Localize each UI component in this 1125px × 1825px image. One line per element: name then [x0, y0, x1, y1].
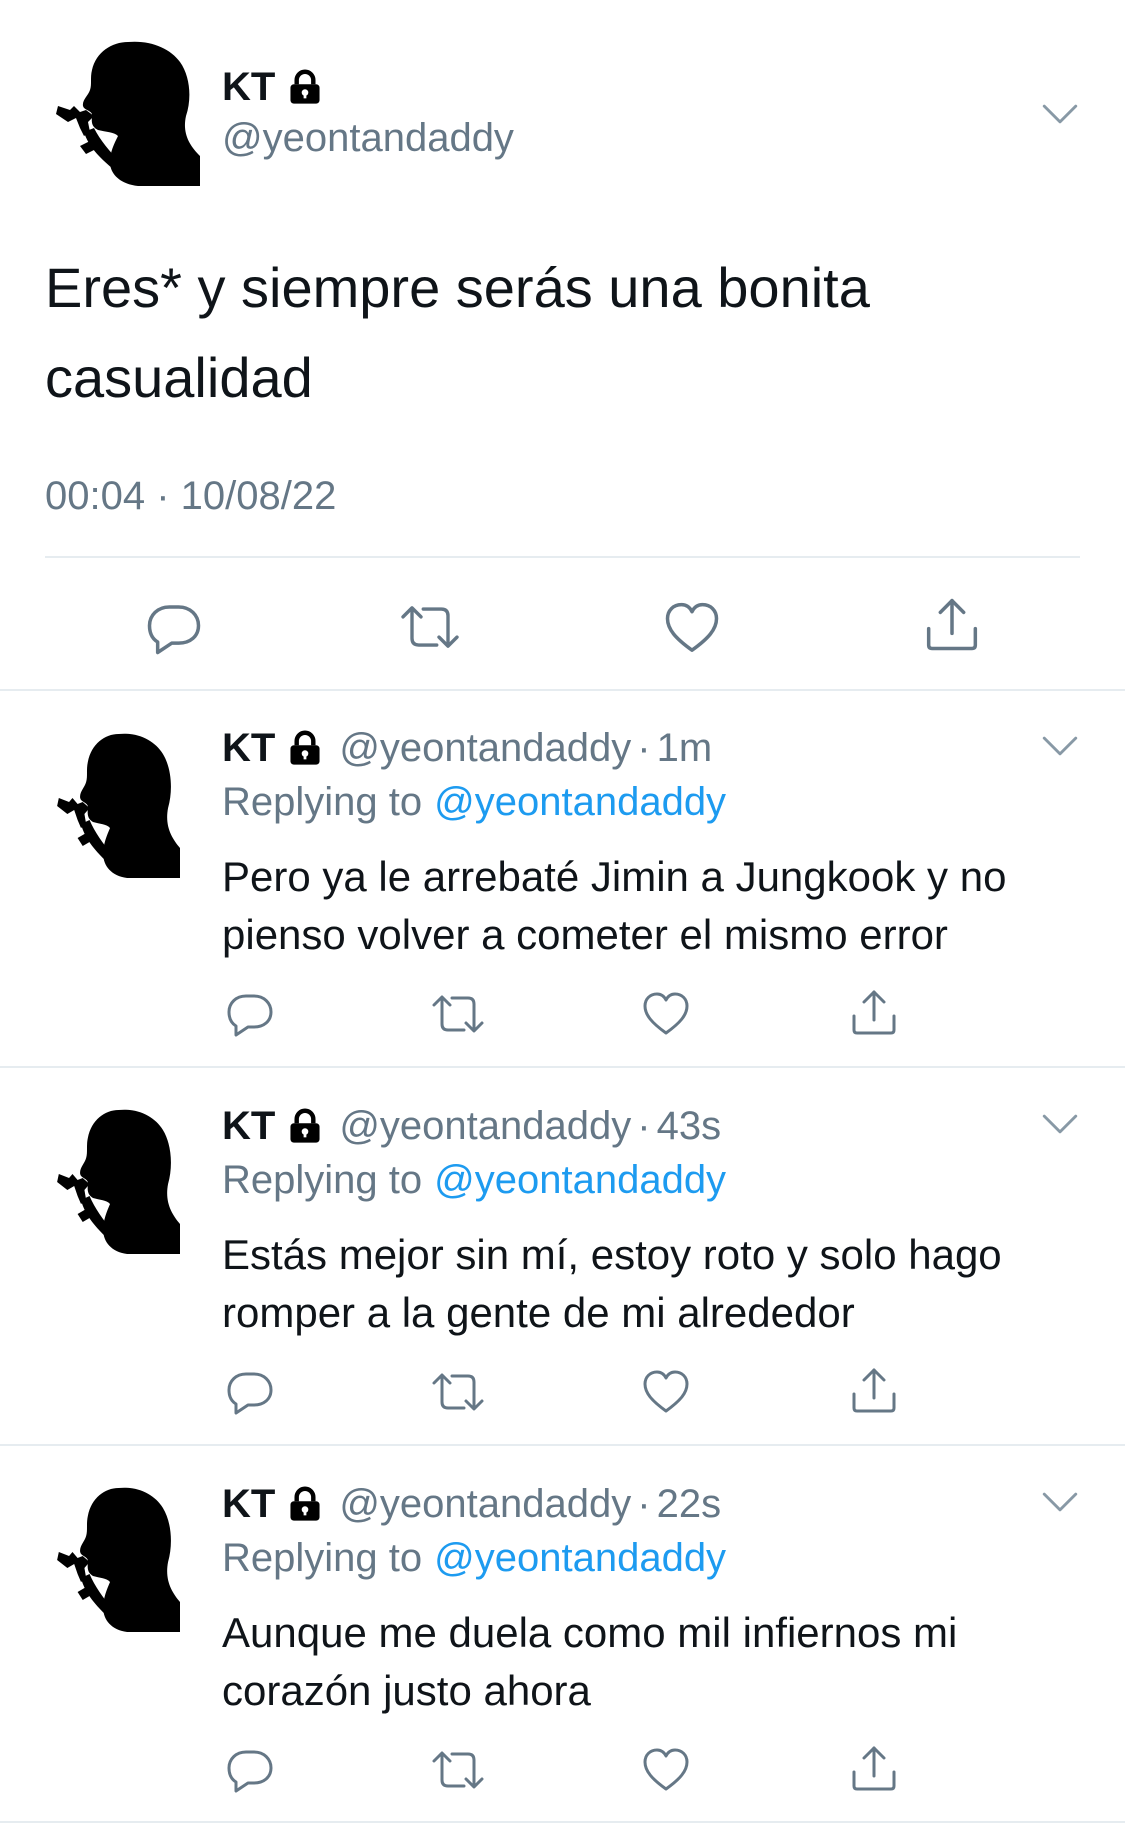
- tweet-text-line: Pero ya le arrebaté Jimin a Jungkook y n…: [222, 853, 1007, 900]
- replying-to: Replying to @yeontandaddy: [222, 780, 726, 825]
- display-name[interactable]: KT: [222, 726, 275, 771]
- tweet-text-line: Eres* y siempre serás una bonita: [45, 256, 870, 319]
- author-row: KT @yeontandaddy · 22s: [222, 1478, 721, 1530]
- author-row: KT @yeontandaddy · 43s: [222, 1100, 721, 1152]
- tweet-text: Estás mejor sin mí, estoy roto y solo ha…: [222, 1226, 1002, 1342]
- author-row: KT: [222, 64, 323, 110]
- retweet-icon[interactable]: [430, 1746, 486, 1794]
- replying-prefix: Replying to: [222, 1158, 423, 1202]
- display-name[interactable]: KT: [222, 1104, 275, 1149]
- heart-icon[interactable]: [642, 1368, 690, 1416]
- reply-icon[interactable]: [226, 1746, 274, 1794]
- handle[interactable]: @yeontandaddy: [339, 726, 631, 771]
- replying-handle-link[interactable]: @yeontandaddy: [434, 780, 726, 825]
- replying-handle-link[interactable]: @yeontandaddy: [434, 1536, 726, 1581]
- replying-handle-link[interactable]: @yeontandaddy: [434, 1158, 726, 1203]
- replying-to: Replying to @yeontandaddy: [222, 1536, 726, 1581]
- divider: [45, 556, 1080, 558]
- reply-icon[interactable]: [226, 990, 274, 1038]
- heart-icon[interactable]: [642, 1746, 690, 1794]
- tweet-text: Aunque me duela como mil infiernos mi co…: [222, 1604, 957, 1720]
- tweet-text-line: Aunque me duela como mil infiernos mi: [222, 1609, 958, 1656]
- relative-time[interactable]: 1m: [657, 726, 713, 771]
- retweet-icon[interactable]: [398, 600, 462, 654]
- tweet-text-line: romper a la gente de mi alrededor: [222, 1289, 855, 1336]
- divider: [0, 1444, 1125, 1446]
- avatar[interactable]: [52, 728, 180, 878]
- separator: ·: [637, 725, 651, 770]
- divider: [0, 1066, 1125, 1068]
- tweet-text-line: Estás mejor sin mí, estoy roto y solo ha…: [222, 1231, 1002, 1278]
- lock-icon: [287, 730, 323, 766]
- lock-icon: [287, 69, 323, 105]
- reply-icon[interactable]: [226, 1368, 274, 1416]
- divider: [0, 689, 1125, 691]
- avatar[interactable]: [50, 36, 200, 186]
- tweet-text-line: pienso volver a cometer el mismo error: [222, 911, 948, 958]
- handle[interactable]: @yeontandaddy: [222, 116, 514, 161]
- handle[interactable]: @yeontandaddy: [339, 1104, 631, 1149]
- relative-time[interactable]: 43s: [657, 1104, 722, 1149]
- heart-icon[interactable]: [664, 600, 720, 656]
- retweet-icon[interactable]: [430, 1368, 486, 1416]
- divider: [0, 1821, 1125, 1823]
- handle[interactable]: @yeontandaddy: [339, 1482, 631, 1527]
- chevron-down-icon[interactable]: [1042, 734, 1078, 758]
- replying-prefix: Replying to: [222, 780, 423, 824]
- author-row: KT @yeontandaddy · 1m: [222, 722, 712, 774]
- chevron-down-icon[interactable]: [1042, 1112, 1078, 1136]
- lock-icon: [287, 1108, 323, 1144]
- retweet-icon[interactable]: [430, 990, 486, 1038]
- reply-icon[interactable]: [146, 600, 202, 656]
- timestamp[interactable]: 00:04 · 10/08/22: [45, 474, 336, 519]
- replying-prefix: Replying to: [222, 1536, 423, 1580]
- heart-icon[interactable]: [642, 990, 690, 1038]
- display-name[interactable]: KT: [222, 1482, 275, 1527]
- share-icon[interactable]: [850, 988, 898, 1036]
- share-icon[interactable]: [924, 596, 980, 652]
- avatar[interactable]: [52, 1104, 180, 1254]
- tweet-text: Pero ya le arrebaté Jimin a Jungkook y n…: [222, 848, 1006, 964]
- chevron-down-icon[interactable]: [1042, 102, 1078, 126]
- tweet-text: Eres* y siempre serás una bonita casuali…: [45, 243, 870, 423]
- avatar[interactable]: [52, 1482, 180, 1632]
- relative-time[interactable]: 22s: [657, 1482, 722, 1527]
- chevron-down-icon[interactable]: [1042, 1490, 1078, 1514]
- share-icon[interactable]: [850, 1744, 898, 1792]
- tweet-text-line: corazón justo ahora: [222, 1667, 591, 1714]
- replying-to: Replying to @yeontandaddy: [222, 1158, 726, 1203]
- share-icon[interactable]: [850, 1366, 898, 1414]
- tweet-text-line: casualidad: [45, 346, 313, 409]
- lock-icon: [287, 1486, 323, 1522]
- separator: ·: [637, 1481, 651, 1526]
- display-name[interactable]: KT: [222, 65, 275, 110]
- separator: ·: [637, 1103, 651, 1148]
